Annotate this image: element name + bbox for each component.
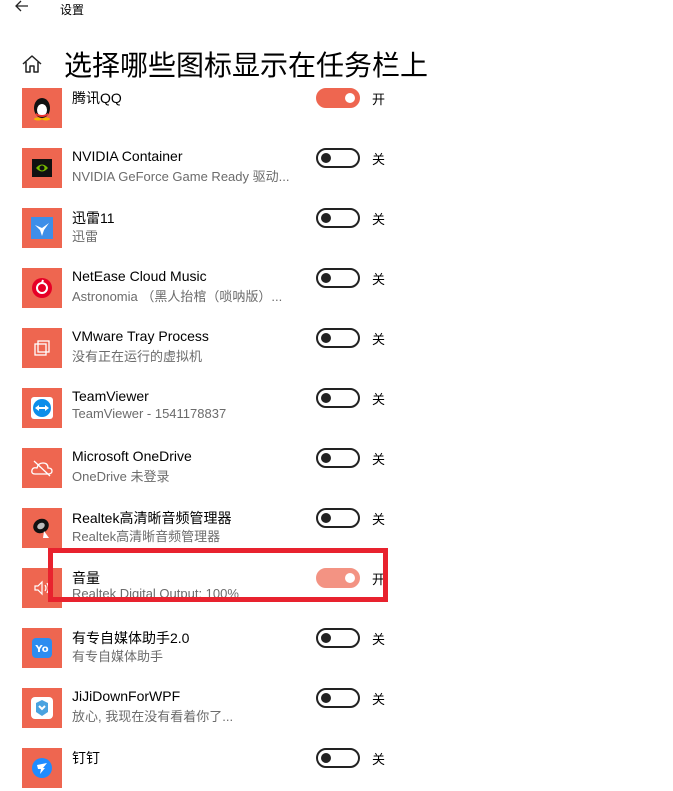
toggle-state-label: 关 — [372, 512, 386, 527]
app-name: VMware Tray Process — [72, 328, 209, 344]
list-item: NetEase Cloud Music Astronomia （黑人抬棺（唢呐版… — [0, 268, 420, 328]
toggle-knob — [321, 633, 331, 643]
list-item: Realtek高清晰音频管理器 Realtek高清晰音频管理器 关 — [0, 508, 420, 568]
vmware-icon — [22, 328, 62, 368]
app-description: OneDrive 未登录 — [72, 469, 170, 484]
toggle-switch[interactable] — [316, 688, 360, 708]
realtek-speaker-icon — [22, 508, 62, 548]
toggle-switch[interactable] — [316, 448, 360, 468]
list-item: 腾讯QQ 开 — [0, 88, 420, 148]
qq-penguin-icon — [22, 88, 62, 128]
toggle-switch[interactable] — [316, 748, 360, 768]
app-title: 设置 — [60, 3, 85, 17]
app-description: Astronomia （黑人抬棺（唢呐版）... — [72, 289, 283, 304]
dingtalk-icon — [22, 748, 62, 788]
thunder-bird-icon — [22, 208, 62, 248]
netease-music-icon — [22, 268, 62, 308]
toggle-state-label: 关 — [372, 692, 386, 707]
toggle-knob — [321, 753, 331, 763]
list-item: 钉钉 关 — [0, 748, 420, 791]
toggle-switch[interactable] — [316, 388, 360, 408]
toggle-switch[interactable] — [316, 568, 360, 588]
toggle-knob — [321, 153, 331, 163]
toggle-knob — [321, 393, 331, 403]
app-name: Microsoft OneDrive — [72, 448, 192, 464]
list-item: 音量 Realtek Digital Output: 100% 开 — [0, 568, 420, 628]
app-description: 放心, 我现在没有看着你了... — [72, 709, 234, 724]
app-name: 钉钉 — [72, 750, 100, 766]
volume-icon — [22, 568, 62, 608]
list-item: Microsoft OneDrive OneDrive 未登录 关 — [0, 448, 420, 508]
app-name: TeamViewer — [72, 388, 149, 404]
toggle-state-label: 关 — [372, 272, 386, 287]
toggle-state-label: 关 — [372, 332, 386, 347]
page-title: 选择哪些图标显示在任务栏上 — [64, 50, 429, 81]
app-name: 腾讯QQ — [72, 90, 122, 106]
toggle-state-label: 关 — [372, 152, 386, 167]
toggle-state-label: 关 — [372, 632, 386, 647]
app-name: 音量 — [72, 570, 100, 586]
list-item: TeamViewer TeamViewer - 1541178837 关 — [0, 388, 420, 448]
app-description: TeamViewer - 1541178837 — [72, 406, 227, 421]
app-name: Realtek高清晰音频管理器 — [72, 510, 232, 526]
toggle-switch[interactable] — [316, 628, 360, 648]
list-item: NVIDIA Container NVIDIA GeForce Game Rea… — [0, 148, 420, 208]
toggle-state-label: 开 — [372, 572, 386, 587]
app-description: 有专自媒体助手 — [72, 649, 164, 664]
app-name: NetEase Cloud Music — [72, 268, 207, 284]
toggle-state-label: 关 — [372, 392, 386, 407]
app-name: NVIDIA Container — [72, 148, 183, 164]
app-name: 有专自媒体助手2.0 — [72, 630, 190, 646]
onedrive-cloud-icon — [22, 448, 62, 488]
toggle-knob — [321, 213, 331, 223]
jijidown-icon — [22, 688, 62, 728]
app-description: Realtek Digital Output: 100% — [72, 586, 239, 601]
svg-text:Yo: Yo — [34, 644, 48, 655]
toggle-switch[interactable] — [316, 148, 360, 168]
youzhuan-icon: Yo — [22, 628, 62, 668]
app-description: Realtek高清晰音频管理器 — [72, 529, 221, 544]
toggle-knob — [345, 573, 355, 583]
toggle-knob — [321, 693, 331, 703]
toggle-knob — [345, 93, 355, 103]
toggle-knob — [321, 513, 331, 523]
toggle-state-label: 关 — [372, 752, 386, 767]
home-icon — [22, 55, 42, 73]
list-item: JiJiDownForWPF 放心, 我现在没有看着你了... 关 — [0, 688, 420, 748]
toggle-state-label: 开 — [372, 92, 386, 107]
back-button[interactable] — [12, 0, 32, 16]
app-description: 迅雷 — [72, 229, 99, 244]
toggle-state-label: 关 — [372, 212, 386, 227]
title-bar: 设置 — [0, 0, 673, 20]
toggle-switch[interactable] — [316, 328, 360, 348]
app-name: 迅雷11 — [72, 210, 115, 226]
app-description: NVIDIA GeForce Game Ready 驱动... — [72, 169, 290, 184]
toggle-knob — [321, 333, 331, 343]
list-item: 迅雷11 迅雷 关 — [0, 208, 420, 268]
toggle-switch[interactable] — [316, 88, 360, 108]
toggle-switch[interactable] — [316, 208, 360, 228]
toggle-switch[interactable] — [316, 508, 360, 528]
app-name: JiJiDownForWPF — [72, 688, 181, 704]
back-arrow-icon — [15, 0, 28, 12]
toggle-knob — [321, 273, 331, 283]
nvidia-icon — [22, 148, 62, 188]
toggle-switch[interactable] — [316, 268, 360, 288]
home-button[interactable] — [20, 52, 44, 76]
toggle-state-label: 关 — [372, 452, 386, 467]
list-item: Yo 有专自媒体助手2.0 有专自媒体助手 关 — [0, 628, 420, 688]
teamviewer-icon — [22, 388, 62, 428]
toggle-knob — [321, 453, 331, 463]
list-item: VMware Tray Process 没有正在运行的虚拟机 关 — [0, 328, 420, 388]
app-description: 没有正在运行的虚拟机 — [72, 349, 203, 364]
